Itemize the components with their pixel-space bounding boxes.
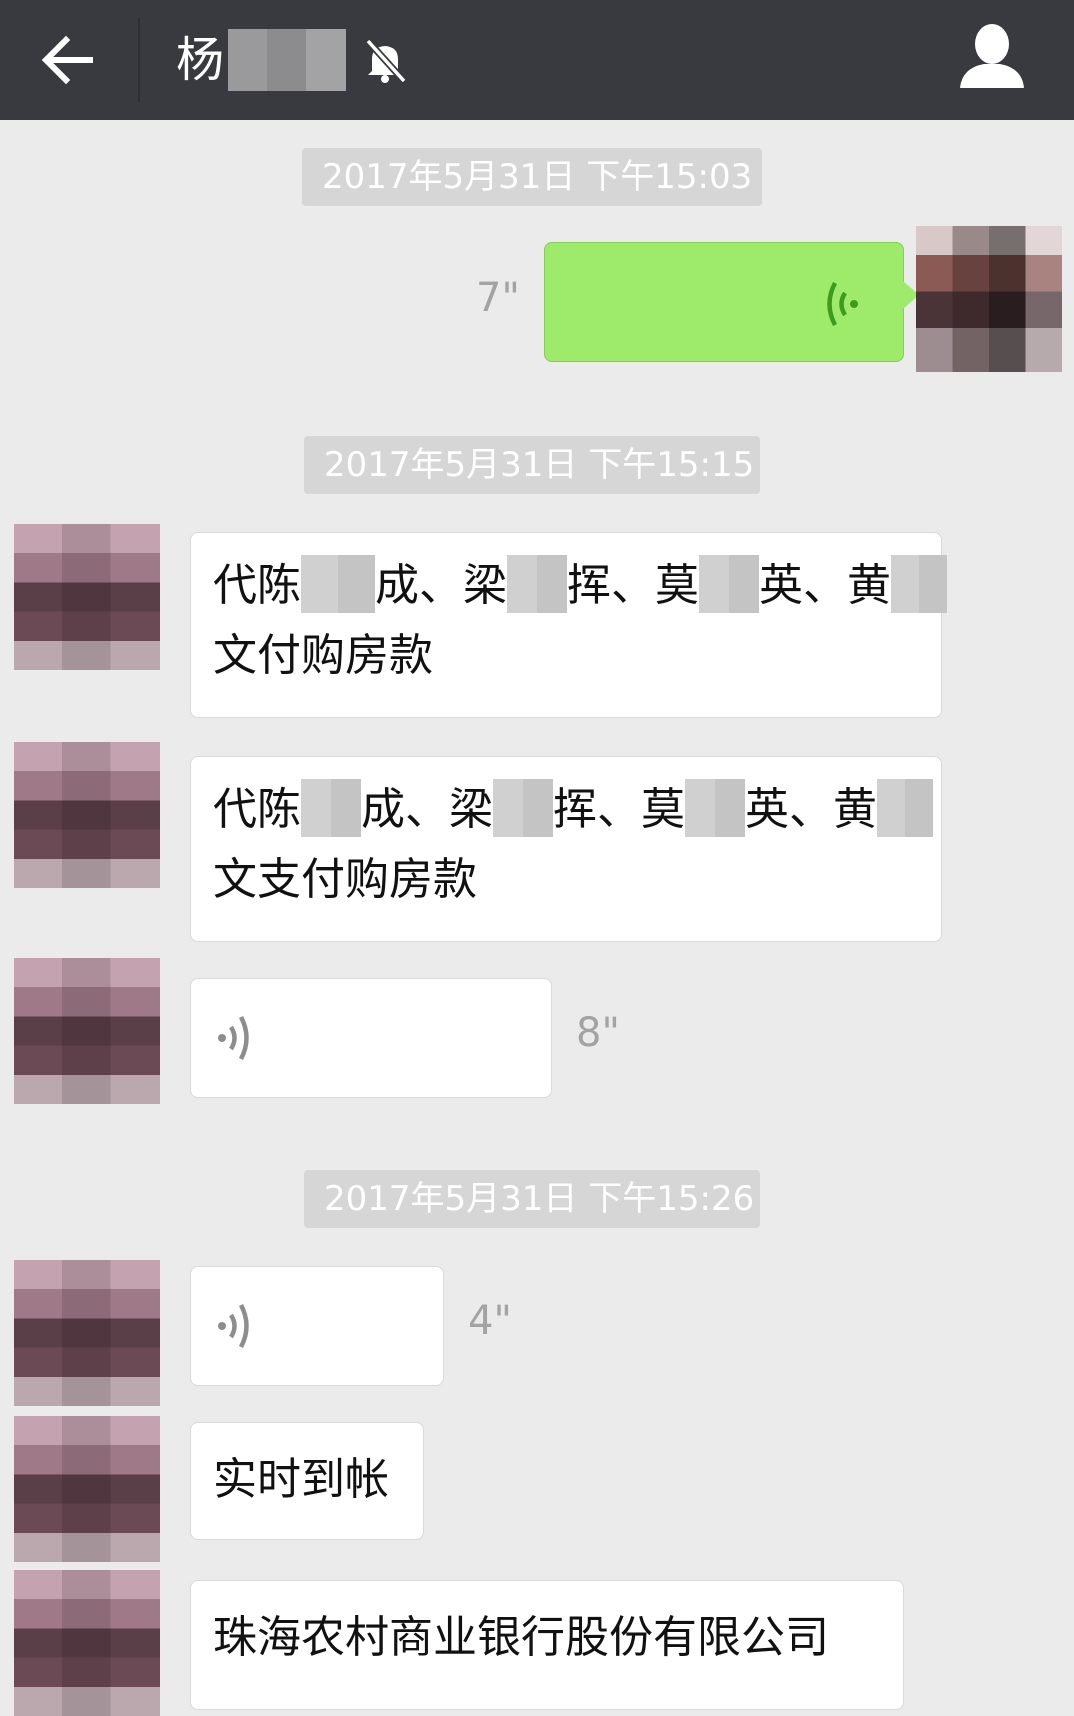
redacted-text [507, 555, 567, 613]
bell-off-icon [365, 38, 407, 84]
chat-title: 杨 [176, 20, 410, 100]
person-icon [960, 24, 1024, 88]
back-button[interactable] [30, 20, 110, 100]
message-text: 代陈 成、梁 挥、莫 英、黄 文支付购房款 [213, 775, 933, 915]
contact-avatar[interactable] [14, 524, 160, 670]
voice-wave-icon [218, 1015, 249, 1061]
sent-voice-message[interactable] [544, 242, 919, 362]
received-voice-message[interactable] [190, 978, 552, 1098]
voice-duration: 8" [576, 1010, 620, 1056]
my-avatar[interactable] [916, 226, 1062, 372]
header-divider [138, 18, 140, 102]
message-text: 实时到帐 [213, 1454, 389, 1505]
contact-avatar[interactable] [14, 742, 160, 888]
contact-avatar[interactable] [14, 1260, 160, 1406]
redacted-text [301, 555, 375, 613]
voice-wave-icon [827, 281, 858, 327]
chat-title-text: 杨 [176, 32, 225, 88]
redacted-text [891, 555, 947, 613]
timestamp: 2017年5月31日 下午15:15 [304, 436, 760, 494]
redacted-text [699, 555, 759, 613]
received-text-message[interactable]: 珠海农村商业银行股份有限公司 [190, 1580, 904, 1710]
message-list[interactable]: 2017年5月31日 下午15:03 7" 2017年5月31日 下午15:15… [0, 120, 1074, 1716]
voice-wave-icon [218, 1303, 249, 1349]
contact-avatar[interactable] [14, 1416, 160, 1562]
redacted-text [685, 779, 745, 837]
redacted-text [877, 779, 933, 837]
voice-duration: 7" [476, 275, 520, 321]
chat-info-button[interactable] [950, 14, 1034, 104]
contact-avatar[interactable] [14, 958, 160, 1104]
redacted-text [301, 779, 361, 837]
redacted-name [228, 29, 347, 91]
message-text: 代陈 成、梁 挥、莫 英、黄 文付购房款 [213, 551, 947, 691]
arrow-left-icon [41, 35, 93, 85]
received-text-message[interactable]: 代陈 成、梁 挥、莫 英、黄 文支付购房款 [190, 756, 942, 942]
contact-avatar[interactable] [14, 1570, 160, 1716]
received-text-message[interactable]: 实时到帐 [190, 1422, 424, 1540]
redacted-text [493, 779, 553, 837]
voice-duration: 4" [468, 1298, 512, 1344]
received-text-message[interactable]: 代陈 成、梁 挥、莫 英、黄 文付购房款 [190, 532, 947, 718]
message-text: 珠海农村商业银行股份有限公司 [213, 1612, 829, 1663]
timestamp: 2017年5月31日 下午15:03 [302, 148, 762, 206]
received-voice-message[interactable] [190, 1266, 444, 1386]
chat-header: 杨 [0, 0, 1074, 120]
timestamp: 2017年5月31日 下午15:26 [304, 1170, 760, 1228]
